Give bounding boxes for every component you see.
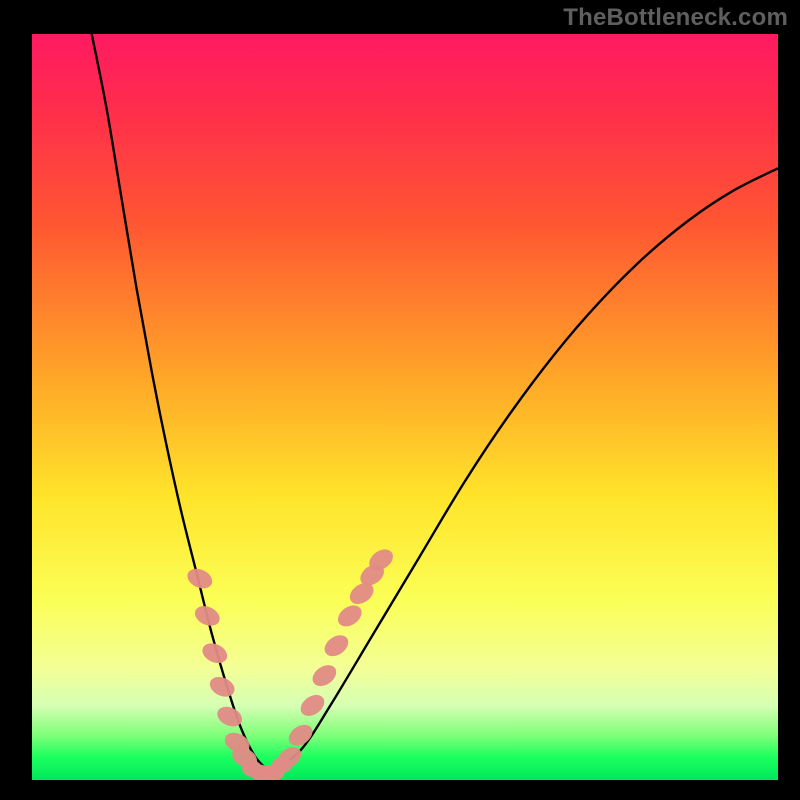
balanced-marker — [192, 602, 223, 629]
balanced-markers — [184, 545, 397, 780]
curve-left — [92, 34, 271, 773]
curve-right — [271, 168, 778, 772]
chart-frame: TheBottleneck.com — [0, 0, 800, 800]
bottleneck-curve — [92, 34, 778, 773]
chart-svg — [32, 34, 778, 780]
balanced-marker — [207, 673, 238, 700]
balanced-marker — [334, 601, 366, 631]
plot-area — [32, 34, 778, 780]
watermark-label: TheBottleneck.com — [563, 4, 788, 32]
balanced-marker — [321, 631, 353, 661]
balanced-marker — [285, 720, 317, 750]
balanced-marker — [309, 661, 341, 691]
